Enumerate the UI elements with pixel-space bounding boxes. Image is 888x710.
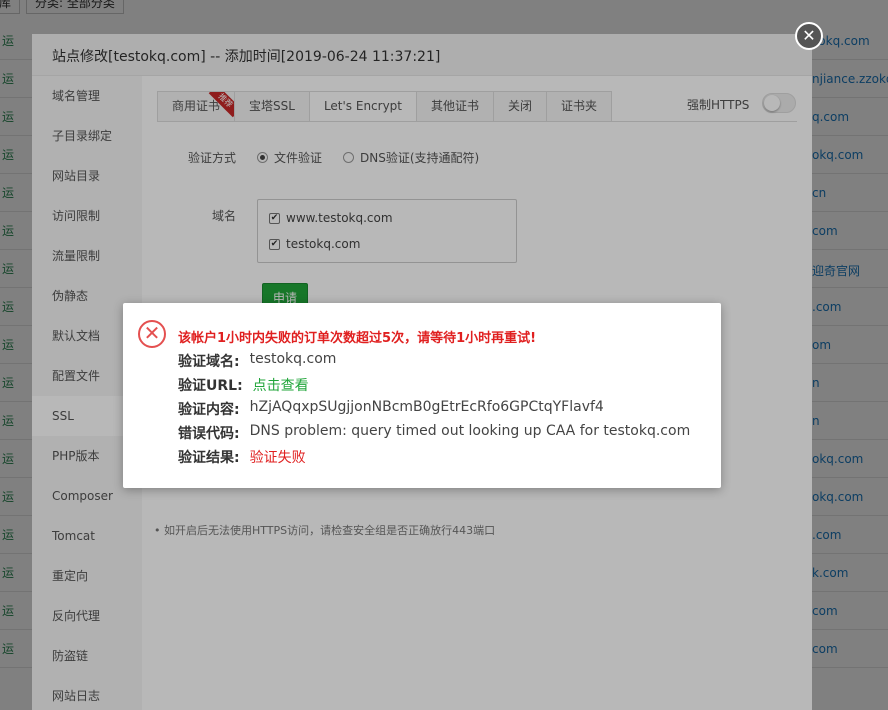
error-row-result: 验证结果: 验证失败 [178, 447, 306, 467]
view-url-link[interactable]: 点击查看 [253, 375, 309, 395]
error-key: 验证URL: [178, 378, 243, 394]
error-key: 验证内容: [178, 402, 240, 418]
error-row-content: 验证内容: hZjAQqxpSUgjjonNBcmB0gEtrEcRfo6GPC… [178, 399, 604, 419]
error-key: 验证结果: [178, 450, 240, 466]
error-value: testokq.com [249, 351, 337, 367]
error-value: DNS problem: query timed out looking up … [249, 423, 691, 439]
error-row-domain: 验证域名: testokq.com [178, 351, 336, 371]
error-row-url: 验证URL: 点击查看 [178, 375, 309, 395]
error-headline: 该帐户1小时内失败的订单次数超过5次，请等待1小时再重试! [178, 331, 537, 346]
error-dialog: ✕ 该帐户1小时内失败的订单次数超过5次，请等待1小时再重试! 验证域名: te… [123, 303, 721, 488]
close-icon[interactable]: ✕ [795, 22, 823, 50]
error-row-code: 错误代码: DNS problem: query timed out looki… [178, 423, 690, 443]
error-key: 错误代码: [178, 426, 240, 442]
error-value: hZjAQqxpSUgjjonNBcmB0gEtrEcRfo6GPCtqYFla… [249, 399, 604, 415]
error-x-icon: ✕ [138, 320, 166, 348]
error-key: 验证域名: [178, 354, 240, 370]
error-value: 验证失败 [249, 450, 306, 466]
